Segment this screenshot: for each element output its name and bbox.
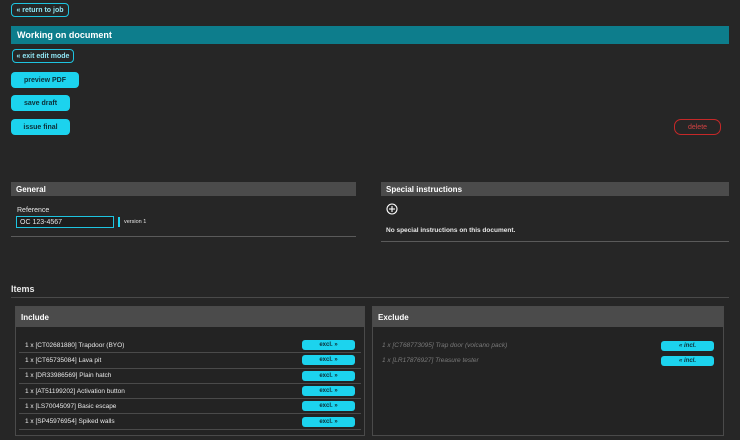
list-item: 1 x [AT51199202] Activation button excl. …: [19, 384, 361, 400]
page-title: Working on document: [17, 30, 112, 40]
exclude-item-button[interactable]: excl. »: [302, 386, 355, 397]
delete-button[interactable]: delete: [674, 119, 721, 135]
special-instructions-panel: Special instructions No special instruct…: [381, 182, 729, 242]
exclude-title: Exclude: [378, 312, 409, 322]
return-to-job-button[interactable]: « return to job: [11, 3, 69, 17]
general-panel-header: General: [11, 182, 356, 196]
items-divider: [11, 297, 729, 298]
exclude-item-button[interactable]: excl. »: [302, 370, 355, 381]
list-item: 1 x [CT02681880] Trapdoor (BYO) excl. »: [19, 338, 361, 354]
exclude-item-button[interactable]: excl. »: [302, 340, 355, 351]
exclude-item-button[interactable]: excl. »: [302, 401, 355, 412]
include-item-button[interactable]: « incl.: [661, 340, 714, 351]
list-item: 1 x [CT65735084] Lava pit excl. »: [19, 353, 361, 369]
preview-pdf-button[interactable]: preview PDF: [11, 72, 79, 88]
exclude-panel-header: Exclude: [373, 307, 723, 327]
special-bottom-rule: [381, 241, 729, 242]
add-instruction-icon[interactable]: [386, 202, 398, 215]
issue-final-button[interactable]: issue final: [11, 119, 70, 135]
include-title: Include: [21, 312, 50, 322]
exclude-panel: Exclude 1 x [CT68773095] Trap door (volc…: [372, 306, 724, 436]
include-panel: Include 1 x [CT02681880] Trapdoor (BYO) e…: [15, 306, 365, 436]
item-label: 1 x [CT02681880] Trapdoor (BYO): [25, 341, 125, 349]
exit-edit-mode-button[interactable]: « exit edit mode: [12, 49, 74, 63]
item-label: 1 x [SP45976954] Spiked walls: [25, 418, 115, 426]
exclude-list: 1 x [CT68773095] Trap door (volcano pack…: [376, 338, 720, 369]
list-item: 1 x [CT68773095] Trap door (volcano pack…: [376, 338, 720, 353]
include-item-button[interactable]: « incl.: [661, 355, 714, 366]
list-item: 1 x [DR33986569] Plain hatch excl. »: [19, 369, 361, 384]
list-item: 1 x [LR17876927] Treasure tester « incl.: [376, 353, 720, 368]
list-item: 1 x [LS70045097] Basic escape excl. »: [19, 399, 361, 415]
reference-field[interactable]: OC 123-4567: [16, 216, 114, 228]
item-label: 1 x [CT65735084] Lava pit: [25, 356, 102, 364]
item-label: 1 x [LR17876927] Treasure tester: [382, 357, 479, 365]
item-label: 1 x [AT51199202] Activation button: [25, 387, 125, 395]
general-title: General: [16, 184, 46, 194]
item-label: 1 x [DR33986569] Plain hatch: [25, 372, 112, 380]
item-label: 1 x [CT68773095] Trap door (volcano pack…: [382, 342, 508, 350]
special-instructions-header: Special instructions: [381, 182, 729, 196]
item-label: 1 x [LS70045097] Basic escape: [25, 402, 117, 410]
reference-value: OC 123-4567: [20, 218, 63, 226]
general-bottom-rule: [11, 236, 356, 237]
general-panel: General Reference OC 123-4567 version 1: [11, 182, 356, 237]
special-instructions-title: Special instructions: [386, 184, 463, 194]
special-instructions-empty: No special instructions on this document…: [386, 227, 516, 234]
save-draft-button[interactable]: save draft: [11, 95, 70, 111]
version-label: version 1: [124, 219, 147, 225]
page-title-bar: Working on document: [11, 26, 729, 44]
include-panel-header: Include: [16, 307, 364, 327]
list-item: 1 x [SP45976954] Spiked walls excl. »: [19, 414, 361, 430]
version-marker: [118, 217, 120, 227]
reference-label: Reference: [17, 207, 50, 214]
include-list: 1 x [CT02681880] Trapdoor (BYO) excl. » 1 …: [19, 338, 361, 430]
items-heading: Items: [11, 284, 35, 294]
exclude-item-button[interactable]: excl. »: [302, 416, 355, 427]
exclude-item-button[interactable]: excl. »: [302, 355, 355, 366]
